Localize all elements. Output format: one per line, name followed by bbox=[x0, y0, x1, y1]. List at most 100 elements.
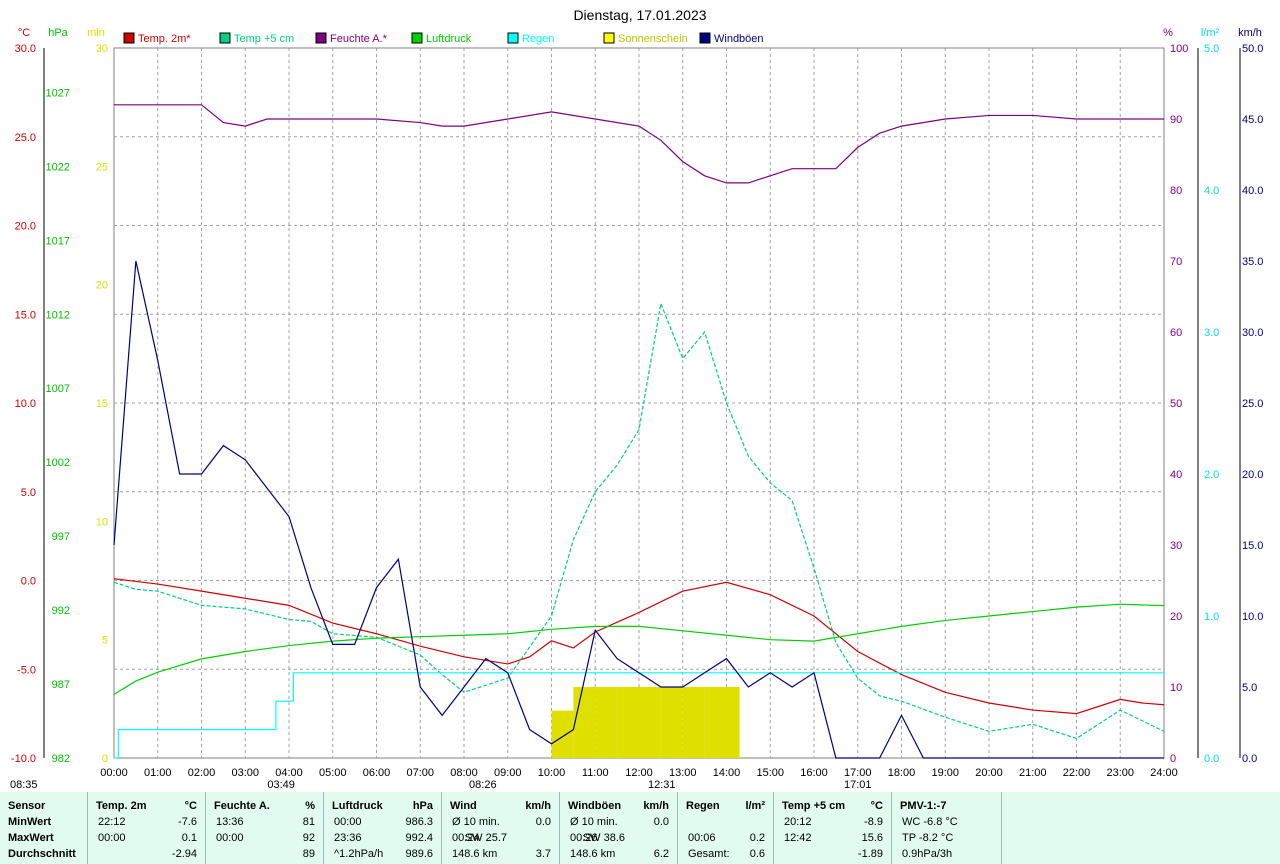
stats-row: 23:36 992.4 bbox=[324, 830, 441, 846]
stats-header-label: PMV-1:-7 bbox=[900, 800, 947, 812]
stats-column: Feuchte A.% 13:36 81 00:00 92 89 bbox=[206, 792, 324, 864]
y-tick-label: 25 bbox=[96, 161, 108, 173]
y-tick-label: 3.0 bbox=[1204, 327, 1219, 339]
x-tick-label: 22:00 bbox=[1063, 767, 1091, 779]
axis-unit-label: hPa bbox=[48, 27, 68, 39]
legend-label: Temp +5 cm bbox=[234, 33, 294, 45]
axis-unit-label: l/m² bbox=[1201, 27, 1220, 39]
y-tick-label: 1007 bbox=[46, 383, 70, 395]
stats-cell: 148.6 km bbox=[570, 848, 616, 860]
stats-row: 00:00 986.3 bbox=[324, 814, 441, 830]
sunshine-bar bbox=[595, 687, 618, 758]
stats-row: 22:12 -7.6 bbox=[88, 814, 205, 830]
stats-header: Wind km/h bbox=[442, 798, 559, 814]
stats-cell: 20:12 bbox=[784, 816, 812, 828]
stats-cell: MinWert bbox=[8, 816, 52, 828]
stats-row: 00:00 0.1 bbox=[88, 830, 205, 846]
stats-cell: MaxWert bbox=[8, 832, 54, 844]
y-tick-label: -10.0 bbox=[11, 753, 36, 765]
stats-cell: Gesamt: bbox=[688, 848, 730, 860]
y-tick-label: 20 bbox=[1170, 611, 1182, 623]
y-tick-label: 1012 bbox=[46, 309, 70, 321]
y-tick-label: 0 bbox=[1170, 753, 1176, 765]
stats-row: 00:26 SW 38.6 bbox=[560, 830, 677, 846]
statistics-panel: Sensor MinWert MaxWert Durchschnitt Temp. 2m… bbox=[0, 792, 1280, 864]
stats-row: Ø 10 min. 0.0 bbox=[442, 814, 559, 830]
y-tick-label: 20.0 bbox=[15, 221, 36, 233]
event-marker: 17:01 bbox=[844, 779, 872, 791]
stats-cell: Ø 10 min. bbox=[570, 816, 618, 828]
y-tick-label: 4.0 bbox=[1204, 185, 1219, 197]
stats-cell: 00:06 bbox=[688, 832, 716, 844]
sunshine-bars bbox=[551, 687, 740, 758]
stats-row: 13:36 81 bbox=[206, 814, 323, 830]
sunshine-bar bbox=[617, 687, 639, 758]
y-tick-label: 1.0 bbox=[1204, 611, 1219, 623]
y-tick-label: 5.0 bbox=[1242, 682, 1257, 694]
stats-cell: 0.1 bbox=[181, 832, 197, 844]
stats-cell: 13:36 bbox=[216, 816, 244, 828]
stats-header: Regen l/m² bbox=[678, 798, 773, 814]
x-tick-label: 10:00 bbox=[538, 767, 566, 779]
y-tick-label: 10.0 bbox=[15, 398, 36, 410]
stats-cell: 0.6 bbox=[749, 848, 765, 860]
sunshine-bar bbox=[573, 687, 596, 758]
x-tick-label: 19:00 bbox=[931, 767, 959, 779]
stats-cell: 22:12 bbox=[98, 816, 126, 828]
x-tick-label: 06:00 bbox=[363, 767, 391, 779]
stats-cell: SW 38.6 bbox=[582, 832, 625, 844]
sunshine-bar bbox=[704, 687, 727, 758]
stats-cell: -2.94 bbox=[171, 848, 197, 860]
stats-header-label: Temp +5 cm bbox=[782, 800, 846, 812]
x-tick-label: 17:00 bbox=[844, 767, 872, 779]
y-tick-label: 30.0 bbox=[1242, 327, 1263, 339]
stats-cell: 0.0 bbox=[653, 816, 669, 828]
y-tick-label: 40 bbox=[1170, 469, 1182, 481]
sunshine-bar bbox=[639, 687, 661, 758]
x-tick-label: 14:00 bbox=[713, 767, 741, 779]
legend-swatch bbox=[315, 32, 327, 44]
y-tick-label: 997 bbox=[52, 531, 70, 543]
x-tick-label: 12:00 bbox=[625, 767, 653, 779]
stats-row: 00:24 SW 25.7 bbox=[442, 830, 559, 846]
stats-row: 20:12 -8.9 bbox=[774, 814, 891, 830]
stats-cell: 00:00 bbox=[334, 816, 362, 828]
stats-header-label: Temp. 2m bbox=[96, 800, 147, 812]
stats-header: Windböen km/h bbox=[560, 798, 677, 814]
event-marker: 03:49 bbox=[267, 779, 295, 791]
legend-label: Sonnenschein bbox=[618, 33, 688, 45]
stats-cell: SW 25.7 bbox=[464, 832, 507, 844]
y-tick-label: 2.0 bbox=[1204, 469, 1219, 481]
y-tick-label: 982 bbox=[52, 753, 70, 765]
stats-row bbox=[678, 814, 773, 830]
stats-cell: Ø 10 min. bbox=[452, 816, 500, 828]
stats-row: 00:06 0.2 bbox=[678, 830, 773, 846]
stats-column: Windböen km/h Ø 10 min. 0.0 00:26 SW 38.6 148.… bbox=[560, 792, 678, 864]
chart-title: Dienstag, 17.01.2023 bbox=[573, 7, 706, 23]
stats-header-label: Feuchte A. bbox=[214, 800, 270, 812]
stats-cell: Durchschnitt bbox=[8, 848, 76, 860]
stats-header-unit: km/h bbox=[643, 800, 669, 812]
stats-cell: 23:36 bbox=[334, 832, 362, 844]
stats-cell: 0.9hPa/3h bbox=[902, 848, 953, 860]
legend-swatch bbox=[603, 32, 615, 44]
y-tick-label: 0.0 bbox=[1204, 753, 1219, 765]
axis-unit-label: km/h bbox=[1238, 27, 1262, 39]
stats-cell: 989.6 bbox=[405, 848, 433, 860]
stats-row: -1.89 bbox=[774, 846, 891, 862]
stats-cell: 12:42 bbox=[784, 832, 812, 844]
stats-header-unit: °C bbox=[870, 800, 883, 812]
sunshine-bar bbox=[551, 710, 574, 758]
stats-cell: 81 bbox=[302, 816, 315, 828]
stats-row: TP -8.2 °C bbox=[892, 830, 1001, 846]
y-tick-label: 20.0 bbox=[1242, 469, 1263, 481]
sunshine-bar bbox=[726, 687, 740, 758]
x-tick-label: 18:00 bbox=[888, 767, 916, 779]
stats-cell: 15.6 bbox=[861, 832, 883, 844]
stats-column: Wind km/h Ø 10 min. 0.0 00:24 SW 25.7 148.6 km… bbox=[442, 792, 560, 864]
stats-row: MaxWert bbox=[0, 830, 87, 846]
y-tick-label: 5 bbox=[102, 635, 108, 647]
stats-row: Gesamt: 0.6 bbox=[678, 846, 773, 862]
stats-cell: -8.9 bbox=[864, 816, 883, 828]
axis-unit-label: min bbox=[87, 27, 105, 39]
